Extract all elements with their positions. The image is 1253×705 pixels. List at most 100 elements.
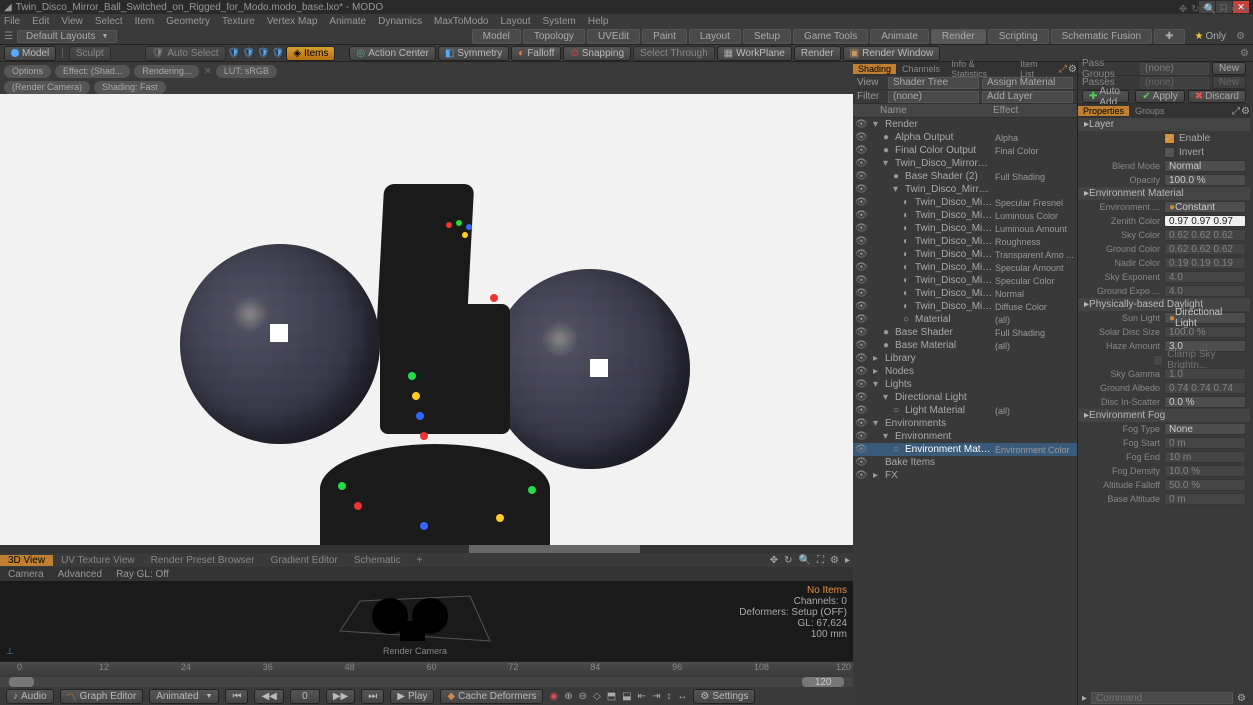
next-frame-button[interactable]: ▶▶ xyxy=(326,689,355,704)
tree-toggle-icon[interactable]: ◐ xyxy=(903,223,913,234)
vp-gear-icon[interactable]: ⚙ xyxy=(1231,4,1240,15)
tree-row[interactable]: 👁○Light Material(all) xyxy=(853,404,1077,417)
opacity-field[interactable]: 100.0 % xyxy=(1164,174,1246,186)
tree-row[interactable]: 👁●Base Material(all) xyxy=(853,339,1077,352)
shield-icon-4[interactable]: 🛡 xyxy=(257,48,270,59)
graph-button[interactable]: 〽Graph Editor xyxy=(60,689,144,704)
visibility-icon[interactable]: 👁 xyxy=(855,431,865,442)
favorite-icon[interactable]: ★ xyxy=(1195,31,1204,42)
menu-item[interactable]: Item xyxy=(135,16,154,27)
renderwindow-button[interactable]: ▣Render Window xyxy=(843,46,941,61)
passgroups-select[interactable]: (none) xyxy=(1140,63,1209,75)
shield-icon-5[interactable]: 🛡 xyxy=(272,48,285,59)
tab-shading[interactable]: Shading xyxy=(853,64,896,74)
key-icon-8[interactable]: ⇥ xyxy=(652,691,660,702)
visibility-icon[interactable]: 👁 xyxy=(855,444,865,455)
viewport-scrollbar[interactable] xyxy=(0,545,853,553)
autoadd-button[interactable]: ✚Auto Add xyxy=(1082,90,1129,103)
fogend-field[interactable]: 10 m xyxy=(1164,451,1246,463)
tree-toggle-icon[interactable]: ○ xyxy=(893,444,903,455)
visibility-icon[interactable]: 👁 xyxy=(855,197,865,208)
vp-zoom-icon[interactable]: 🔍 xyxy=(1204,4,1216,15)
tree-row[interactable]: 👁▾Directional Light xyxy=(853,391,1077,404)
view-select[interactable]: Shader Tree xyxy=(888,77,979,89)
tab-channels[interactable]: Channels xyxy=(897,64,945,74)
tab-scripting[interactable]: Scripting xyxy=(988,29,1049,44)
visibility-icon[interactable]: 👁 xyxy=(855,379,865,390)
key-icon-3[interactable]: ⊖ xyxy=(579,691,587,702)
layer-head[interactable]: ▸ Layer xyxy=(1078,118,1250,131)
tree-toggle-icon[interactable]: ▸ xyxy=(873,353,883,364)
vp2-move-icon[interactable]: ✥ xyxy=(770,555,778,566)
albedo-field[interactable]: 0.74 0.74 0.74 xyxy=(1164,382,1246,394)
tree-toggle-icon[interactable]: ● xyxy=(883,327,893,338)
pill-effect[interactable]: Effect: (Shad... xyxy=(55,65,130,78)
tree-row[interactable]: 👁 Bake Items xyxy=(853,456,1077,469)
falloff-button[interactable]: ◐Falloff xyxy=(511,46,561,61)
visibility-icon[interactable]: 👁 xyxy=(855,236,865,247)
vp2-gear-icon[interactable]: ⚙ xyxy=(830,555,839,566)
tree-toggle-icon[interactable]: ▾ xyxy=(883,392,893,403)
tree-row[interactable]: 👁▾Twin_Disco_Mirror_Ball_Swit ... xyxy=(853,157,1077,170)
visibility-icon[interactable]: 👁 xyxy=(855,327,865,338)
panel-gear-icon[interactable]: ⚙ xyxy=(1068,64,1077,75)
menu-layout[interactable]: Layout xyxy=(500,16,530,27)
tree-row[interactable]: 👁▾Render xyxy=(853,118,1077,131)
menu-file[interactable]: File xyxy=(4,16,20,27)
visibility-icon[interactable]: 👁 xyxy=(855,275,865,286)
key-icon-2[interactable]: ⊕ xyxy=(564,691,572,702)
tree-row[interactable]: 👁◐Twin_Disco_Mirror_Ball ...Normal xyxy=(853,287,1077,300)
pill-options[interactable]: Options xyxy=(4,65,51,78)
tree-toggle-icon[interactable]: ▸ xyxy=(873,366,883,377)
tree-toggle-icon[interactable]: ▸ xyxy=(873,470,883,481)
layout-gear-icon[interactable]: ⚙ xyxy=(1236,31,1245,42)
layout-selector[interactable]: Default Layouts ▼ xyxy=(17,30,117,43)
tree-row[interactable]: 👁▾Environment xyxy=(853,430,1077,443)
pill-rendering[interactable]: Rendering... xyxy=(134,65,199,78)
tab-schematic[interactable]: Schematic Fusion xyxy=(1051,29,1152,44)
sub-advanced[interactable]: Advanced xyxy=(58,569,102,580)
visibility-icon[interactable]: 👁 xyxy=(855,340,865,351)
visibility-icon[interactable]: 👁 xyxy=(855,210,865,221)
tree-row[interactable]: 👁▾Twin_Disco_Mirror_Ball_Ri... xyxy=(853,183,1077,196)
tree-row[interactable]: 👁◐Twin_Disco_Mirror_Ball ...Specular Col… xyxy=(853,274,1077,287)
visibility-icon[interactable]: 👁 xyxy=(855,119,865,130)
goto-start-button[interactable]: ⏮ xyxy=(225,689,248,704)
key-icon-6[interactable]: ⬓ xyxy=(622,691,631,702)
tree-toggle-icon[interactable]: ▾ xyxy=(883,431,893,442)
tree-row[interactable]: 👁◐Twin_Disco_Mirror_Ball ...Specular Fre… xyxy=(853,196,1077,209)
visibility-icon[interactable]: 👁 xyxy=(855,158,865,169)
tree-row[interactable]: 👁◐Twin_Disco_Mirror_Ball ...Transparent … xyxy=(853,248,1077,261)
tree-row[interactable]: 👁◐Twin_Disco_Mirror_Ball ...Luminous Amo… xyxy=(853,222,1077,235)
pill-shading[interactable]: Shading: Fast xyxy=(94,81,166,94)
tree-toggle-icon[interactable]: ● xyxy=(883,132,893,143)
tree-row[interactable]: 👁○Material(all) xyxy=(853,313,1077,326)
tab-setup[interactable]: Setup xyxy=(743,29,791,44)
tab-layout[interactable]: Layout xyxy=(689,29,741,44)
menu-edit[interactable]: Edit xyxy=(32,16,49,27)
range-end-handle[interactable]: 120 xyxy=(802,677,845,687)
menu-view[interactable]: View xyxy=(61,16,83,27)
tree-row[interactable]: 👁●Base Shader (2)Full Shading xyxy=(853,170,1077,183)
blend-select[interactable]: Normal xyxy=(1164,160,1246,172)
audio-button[interactable]: ♪Audio xyxy=(6,689,54,704)
zenith-field[interactable]: 0.97 0.97 0.97 xyxy=(1164,215,1246,227)
pill-camera[interactable]: (Render Camera) xyxy=(4,81,90,94)
tree-toggle-icon[interactable]: ◐ xyxy=(903,197,913,208)
items-button[interactable]: ◈Items xyxy=(286,46,335,61)
vptab-3dview[interactable]: 3D View xyxy=(0,555,53,566)
invert-checkbox[interactable] xyxy=(1164,147,1175,158)
vp-fit-icon[interactable]: ⛶ xyxy=(1220,4,1227,15)
command-input[interactable] xyxy=(1091,692,1233,704)
menu-dynamics[interactable]: Dynamics xyxy=(378,16,422,27)
shield-icon-2[interactable]: 🛡 xyxy=(228,48,241,59)
passgroups-new[interactable]: New xyxy=(1212,62,1246,75)
vp-move-icon[interactable]: ✥ xyxy=(1179,4,1187,15)
tab-model[interactable]: Model xyxy=(472,29,521,44)
expand-icon[interactable]: ⤢ xyxy=(1059,64,1067,75)
menu-system[interactable]: System xyxy=(543,16,576,27)
tab-groups[interactable]: Groups xyxy=(1130,106,1170,116)
envtype-select[interactable]: ● Constant xyxy=(1164,201,1246,213)
tree-row[interactable]: 👁◐Twin_Disco_Mirror_Ball ...Specular Amo… xyxy=(853,261,1077,274)
prev-frame-button[interactable]: ◀◀ xyxy=(254,689,283,704)
